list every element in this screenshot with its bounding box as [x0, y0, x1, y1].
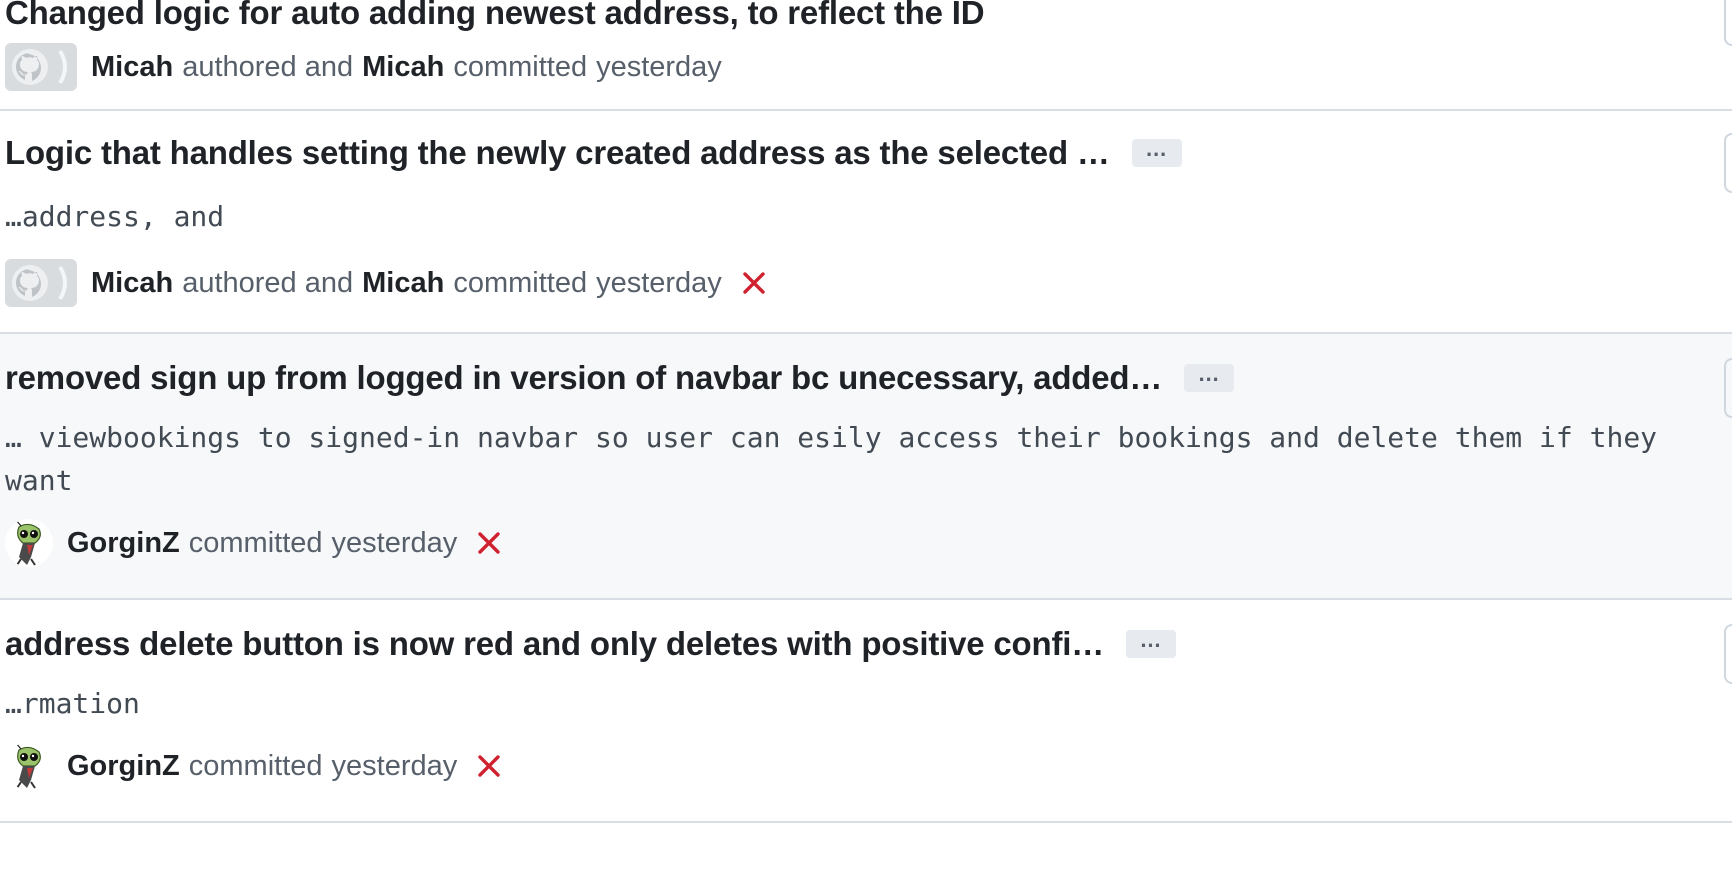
- commit-row: address delete button is now red and onl…: [0, 600, 1732, 823]
- github-default-avatar[interactable]: [5, 43, 77, 91]
- commit-description: …rmation: [5, 687, 140, 720]
- ci-failure-x-icon[interactable]: [740, 269, 768, 297]
- commit-time: yesterday: [331, 749, 458, 782]
- commit-title-link[interactable]: address delete button is now red and onl…: [5, 625, 1104, 663]
- copy-sha-button-group[interactable]: [1724, 624, 1732, 684]
- commit-time: yesterday: [596, 50, 722, 83]
- commit-row: Logic that handles setting the newly cre…: [0, 111, 1732, 334]
- committed-text: committed: [188, 749, 323, 782]
- copy-sha-button-group[interactable]: [1724, 0, 1732, 46]
- commit-committer-link[interactable]: Micah: [362, 267, 444, 300]
- authored-text: authored and: [182, 266, 354, 299]
- zim-avatar[interactable]: [5, 742, 53, 790]
- commit-row: Changed logic for auto adding newest add…: [0, 0, 1732, 111]
- expand-description-button[interactable]: …: [1126, 629, 1177, 658]
- authored-text: authored and: [182, 50, 354, 83]
- committed-text: committed: [188, 526, 323, 559]
- ci-failure-x-icon[interactable]: [475, 752, 503, 780]
- commit-author-link[interactable]: Micah: [91, 267, 173, 300]
- commit-list: Changed logic for auto adding newest add…: [0, 0, 1732, 823]
- commit-title-link[interactable]: Changed logic for auto adding newest add…: [5, 0, 985, 32]
- copy-sha-button-group[interactable]: [1724, 133, 1732, 193]
- commit-description: … viewbookings to signed-in navbar so us…: [5, 421, 1674, 497]
- commit-committer-link[interactable]: GorginZ: [67, 527, 180, 560]
- committed-text: committed: [453, 266, 588, 299]
- github-default-avatar[interactable]: [5, 259, 77, 307]
- commit-title-link[interactable]: removed sign up from logged in version o…: [5, 359, 1162, 397]
- commit-author-link[interactable]: Micah: [91, 51, 173, 84]
- commit-row: removed sign up from logged in version o…: [0, 334, 1732, 600]
- commit-description: …address, and: [5, 200, 225, 233]
- committed-text: committed: [453, 50, 588, 83]
- commit-committer-link[interactable]: Micah: [362, 51, 444, 84]
- commit-title-link[interactable]: Logic that handles setting the newly cre…: [5, 134, 1110, 172]
- commit-time: yesterday: [331, 526, 458, 559]
- commit-committer-link[interactable]: GorginZ: [67, 750, 180, 783]
- commit-time: yesterday: [596, 266, 722, 299]
- expand-description-button[interactable]: …: [1184, 363, 1235, 392]
- ci-failure-x-icon[interactable]: [475, 529, 503, 557]
- expand-description-button[interactable]: …: [1131, 138, 1182, 167]
- copy-sha-button-group[interactable]: [1724, 358, 1732, 418]
- zim-avatar[interactable]: [5, 519, 53, 567]
